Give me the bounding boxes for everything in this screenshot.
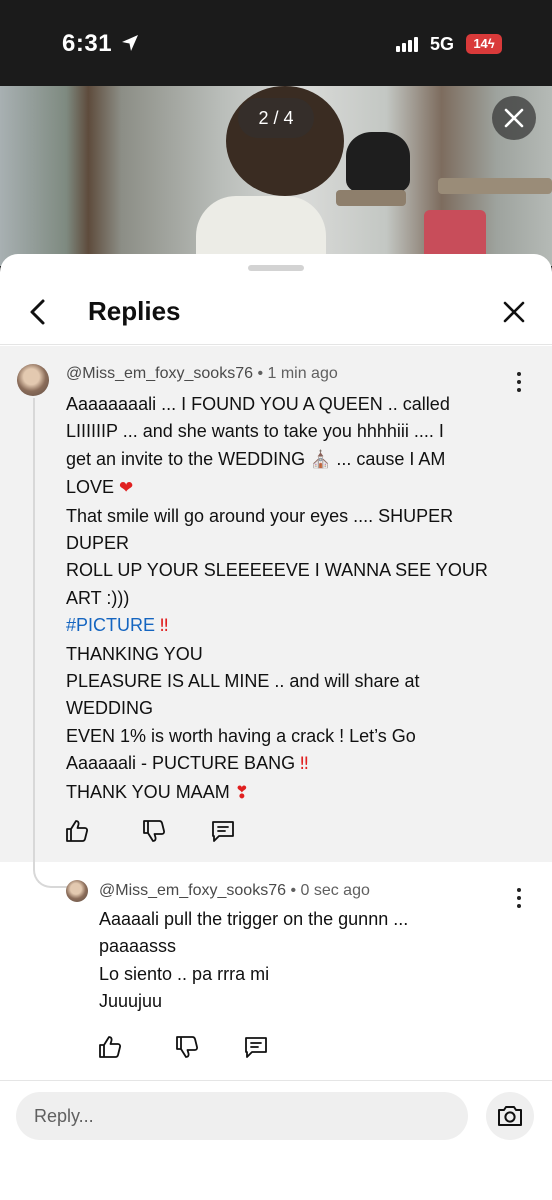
comment-line: Aaaaaali - PUCTURE BANG ‼ bbox=[66, 753, 309, 775]
comment-author: @Miss_em_foxy_sooks76 • 1 min ago bbox=[66, 365, 338, 383]
network-label: 5G bbox=[430, 34, 455, 54]
drag-handle[interactable] bbox=[248, 265, 304, 271]
comment-line: THANK YOU MAAM ❣ bbox=[66, 781, 249, 803]
divider bbox=[0, 1080, 552, 1081]
status-bar: 6:31 5G 14ϟ bbox=[0, 0, 552, 86]
comment-line: LOVE ❤ bbox=[66, 477, 134, 499]
avatar[interactable] bbox=[66, 880, 88, 902]
comment-icon[interactable] bbox=[243, 1034, 269, 1060]
thumbs-up-icon[interactable] bbox=[64, 818, 90, 844]
reply-handle[interactable]: @Miss_em_foxy_sooks76 bbox=[99, 882, 286, 899]
reply-line: Juuujuu bbox=[99, 991, 163, 1012]
comment-line: WEDDING bbox=[66, 698, 153, 719]
comment-line: That smile will go around your eyes ....… bbox=[66, 505, 454, 526]
media-counter: 2 / 4 bbox=[238, 98, 314, 138]
avatar[interactable] bbox=[17, 364, 49, 396]
comment-body: Aaaaaaaali ... I FOUND YOU A QUEEN .. ca… bbox=[66, 391, 526, 807]
comment-line: #PICTURE ‼ bbox=[66, 612, 526, 640]
thumbs-down-icon[interactable] bbox=[141, 818, 167, 844]
close-icon bbox=[504, 108, 524, 128]
reply-body: Aaaaali pull the trigger on the gunnn ..… bbox=[99, 906, 519, 1016]
reply-line: Lo siento .. pa rrra mi bbox=[99, 963, 270, 984]
charging-bolt-icon: ϟ bbox=[487, 36, 495, 51]
sheet-title: Replies bbox=[88, 296, 181, 326]
battery-level: 14 bbox=[473, 36, 488, 51]
reply-line: paaaasss bbox=[99, 936, 177, 957]
double-exclamation-icon: ‼ bbox=[300, 754, 309, 775]
battery-indicator: 14ϟ bbox=[466, 34, 502, 54]
video-close-button[interactable] bbox=[492, 96, 536, 140]
double-exclamation-icon: ‼ bbox=[160, 616, 169, 637]
comment-line: PLEASURE IS ALL MINE .. and will share a… bbox=[66, 671, 420, 692]
back-arrow-icon[interactable] bbox=[22, 296, 54, 328]
comment-icon[interactable] bbox=[210, 818, 236, 844]
sheet-header: Replies bbox=[0, 278, 552, 344]
close-icon[interactable] bbox=[498, 296, 530, 328]
video-cat-tree-2 bbox=[438, 178, 552, 194]
reply-time: • 0 sec ago bbox=[290, 882, 370, 899]
camera-button[interactable] bbox=[486, 1092, 534, 1140]
comment-line: EVEN 1% is worth having a crack ! Let’s … bbox=[66, 725, 416, 746]
wedding-chapel-icon: ⛪ bbox=[310, 449, 332, 470]
heart-exclamation-icon: ❣ bbox=[234, 782, 249, 803]
comment-line: Aaaaaaaali ... I FOUND YOU A QUEEN .. ca… bbox=[66, 394, 450, 414]
comment-time: • 1 min ago bbox=[257, 365, 338, 382]
video-cat-tree bbox=[336, 190, 406, 206]
thumbs-down-icon[interactable] bbox=[174, 1034, 200, 1060]
hashtag-link[interactable]: #PICTURE bbox=[66, 615, 155, 635]
comment-line: ROLL UP YOUR SLEEEEEVE I WANNA SEE YOUR bbox=[66, 560, 488, 581]
status-time: 6:31 bbox=[62, 30, 113, 57]
camera-icon bbox=[498, 1106, 522, 1126]
comment-line: DUPER bbox=[66, 533, 130, 554]
heart-icon: ❤ bbox=[119, 478, 134, 499]
video-cat bbox=[346, 132, 410, 192]
thumbs-up-icon[interactable] bbox=[97, 1034, 123, 1060]
comment-line: THANKING YOU bbox=[66, 643, 203, 664]
reply-input[interactable] bbox=[16, 1092, 468, 1140]
divider bbox=[0, 344, 552, 345]
reply-actions bbox=[97, 1034, 297, 1062]
reply-line: Aaaaali pull the trigger on the gunnn ..… bbox=[99, 909, 409, 929]
signal-icon bbox=[396, 37, 418, 52]
comment-line: LIIIIIIP ... and she wants to take you h… bbox=[66, 421, 444, 442]
replies-sheet: Replies @Miss_em_foxy_sooks76 • 1 min ag… bbox=[0, 254, 552, 1200]
location-arrow-icon bbox=[122, 35, 138, 51]
comment-line: ART :))) bbox=[66, 587, 130, 608]
comment-handle[interactable]: @Miss_em_foxy_sooks76 bbox=[66, 365, 253, 382]
comment-line: get an invite to the WEDDING ⛪ ... cause… bbox=[66, 448, 446, 470]
reply-author: @Miss_em_foxy_sooks76 • 0 sec ago bbox=[99, 882, 370, 900]
comment-actions bbox=[64, 818, 264, 846]
